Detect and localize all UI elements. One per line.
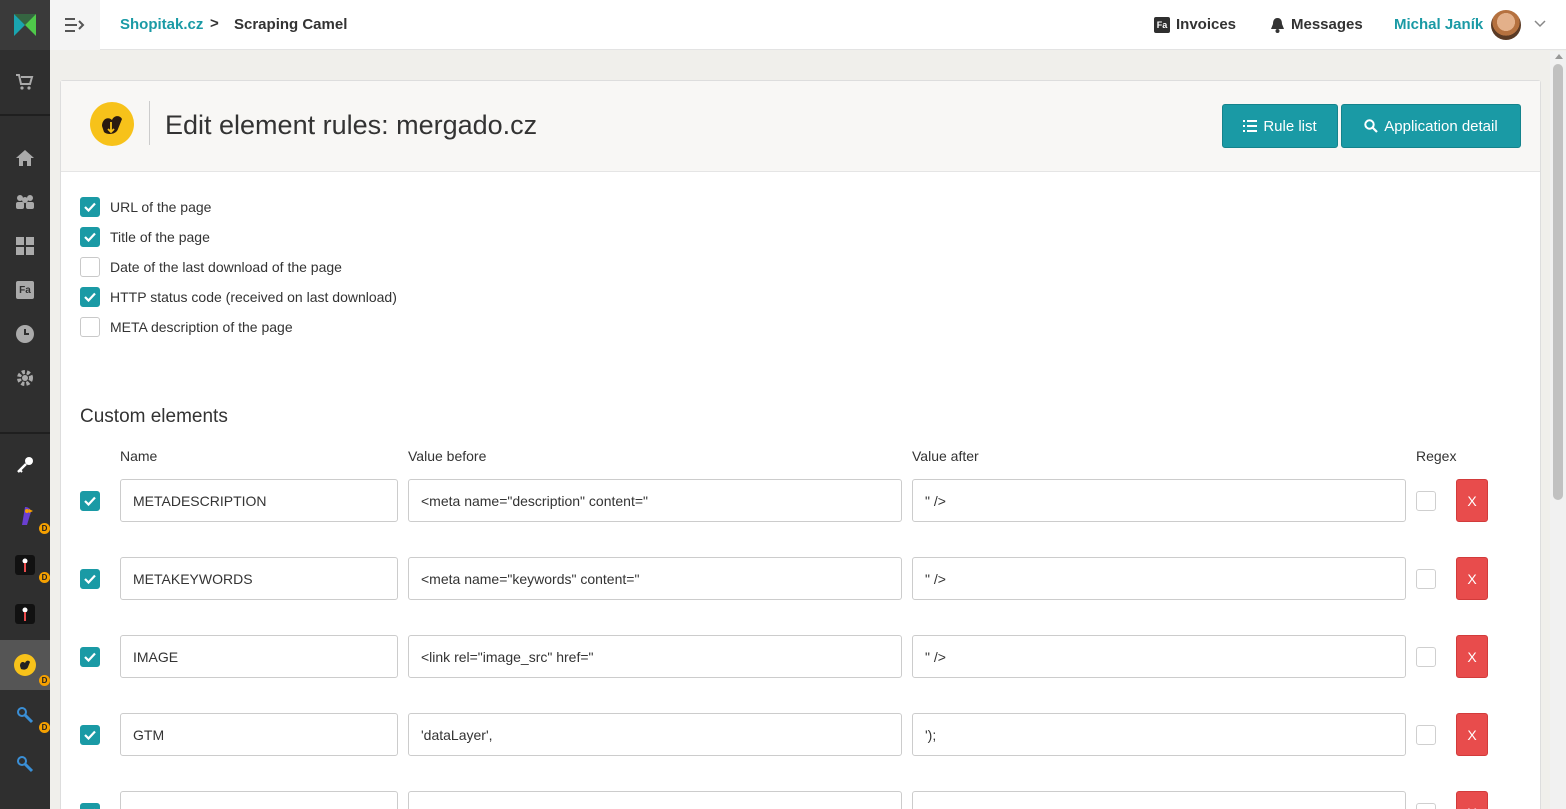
flag-app-icon[interactable]: D <box>0 543 50 587</box>
name-input[interactable]: IMAGE <box>120 635 398 678</box>
scraping-camel-app-icon[interactable]: D <box>0 640 50 690</box>
scroll-up-icon[interactable] <box>1555 54 1563 59</box>
name-input[interactable]: METAKEYWORDS <box>120 557 398 600</box>
regex-checkbox[interactable] <box>1416 491 1436 511</box>
topbar: Shopitak.cz > Scraping Camel Fa Invoices… <box>50 0 1566 50</box>
gear-icon[interactable] <box>0 356 50 400</box>
page-title: Edit element rules: mergado.cz <box>165 110 538 140</box>
key-icon[interactable] <box>0 443 50 487</box>
breadcrumb-separator: > <box>210 15 219 32</box>
value-before-input[interactable]: <meta name="description" content=" <box>408 479 902 522</box>
option-checkbox[interactable] <box>80 227 100 247</box>
avatar[interactable] <box>1491 10 1521 40</box>
check-icon <box>84 574 96 584</box>
list-icon <box>1243 120 1258 132</box>
scrollbar-thumb[interactable] <box>1553 64 1563 500</box>
messages-link[interactable]: Messages <box>1270 16 1363 33</box>
regex-checkbox[interactable] <box>1416 647 1436 667</box>
option-label: URL of the page <box>110 199 212 215</box>
name-input[interactable] <box>120 791 398 809</box>
option-checkbox[interactable] <box>80 257 100 277</box>
column-name-header: Name <box>120 448 158 464</box>
check-icon <box>84 652 96 662</box>
chevron-down-icon[interactable] <box>1534 17 1546 29</box>
search-icon <box>1364 119 1379 133</box>
regex-checkbox[interactable] <box>1416 569 1436 589</box>
option-label: HTTP status code (received on last downl… <box>110 289 397 305</box>
option-checkbox[interactable] <box>80 287 100 307</box>
value-before-input[interactable]: <meta name="keywords" content=" <box>408 557 902 600</box>
row-enabled-checkbox[interactable] <box>80 647 100 667</box>
value-after-input[interactable] <box>912 791 1406 809</box>
application-detail-button[interactable]: Application detail <box>1341 104 1521 148</box>
bell-icon <box>1271 17 1284 33</box>
delete-row-button[interactable]: X <box>1456 557 1488 600</box>
regex-checkbox[interactable] <box>1416 803 1436 809</box>
sidebar: Fa D D D D <box>0 0 50 809</box>
check-icon <box>84 496 96 506</box>
custom-elements-title: Custom elements <box>80 406 228 427</box>
column-regex-header: Regex <box>1416 448 1457 464</box>
regex-checkbox[interactable] <box>1416 725 1436 745</box>
column-before-header: Value before <box>408 448 487 464</box>
option-checkbox[interactable] <box>80 317 100 337</box>
value-before-input[interactable]: 'dataLayer', <box>408 713 902 756</box>
name-input[interactable]: METADESCRIPTION <box>120 479 398 522</box>
check-icon <box>84 730 96 740</box>
row-enabled-checkbox[interactable] <box>80 491 100 511</box>
invoice-icon[interactable]: Fa <box>0 268 50 312</box>
delete-row-button[interactable]: X <box>1456 713 1488 756</box>
dev-badge: D <box>39 722 50 733</box>
value-before-input[interactable] <box>408 791 902 809</box>
option-label: Date of the last download of the page <box>110 259 342 275</box>
app-logo-icon[interactable] <box>0 0 50 50</box>
dev-badge: D <box>39 523 50 534</box>
value-after-input[interactable]: " /> <box>912 479 1406 522</box>
home-icon[interactable] <box>0 136 50 180</box>
value-before-input[interactable]: <link rel="image_src" href=" <box>408 635 902 678</box>
dev-badge: D <box>39 675 50 686</box>
option-checkbox[interactable] <box>80 197 100 217</box>
option-label: Title of the page <box>110 229 210 245</box>
rule-list-button[interactable]: Rule list <box>1222 104 1338 148</box>
edit-rules-panel: Edit element rules: mergado.cz Rule list… <box>60 80 1541 809</box>
value-after-input[interactable]: " /> <box>912 557 1406 600</box>
sidebar-toggle-icon[interactable] <box>50 0 100 50</box>
link-app-icon-2[interactable] <box>0 742 50 786</box>
breadcrumb-current: Scraping Camel <box>234 16 348 33</box>
breadcrumb-parent[interactable]: Shopitak.cz <box>120 16 203 33</box>
row-enabled-checkbox[interactable] <box>80 725 100 745</box>
check-icon <box>84 232 96 242</box>
name-input[interactable]: GTM <box>120 713 398 756</box>
value-after-input[interactable]: " /> <box>912 635 1406 678</box>
parrot-app-icon[interactable]: D <box>0 494 50 538</box>
column-after-header: Value after <box>912 448 979 464</box>
row-enabled-checkbox[interactable] <box>80 569 100 589</box>
users-icon[interactable] <box>0 180 50 224</box>
check-icon <box>84 292 96 302</box>
cart-icon[interactable] <box>0 60 50 104</box>
link-app-icon[interactable]: D <box>0 693 50 737</box>
delete-row-button[interactable]: X <box>1456 479 1488 522</box>
dashboard-icon[interactable] <box>0 224 50 268</box>
dev-badge: D <box>39 572 50 583</box>
flag-app-icon-2[interactable] <box>0 592 50 636</box>
row-enabled-checkbox[interactable] <box>80 803 100 809</box>
value-after-input[interactable]: '); <box>912 713 1406 756</box>
clock-icon[interactable] <box>0 312 50 356</box>
panel-header: Edit element rules: mergado.cz Rule list… <box>61 81 1540 172</box>
check-icon <box>84 202 96 212</box>
delete-row-button[interactable]: X <box>1456 791 1488 809</box>
invoices-link[interactable]: Fa Invoices <box>1154 16 1236 33</box>
delete-row-button[interactable]: X <box>1456 635 1488 678</box>
scraping-camel-logo-icon <box>90 102 134 146</box>
invoice-icon: Fa <box>1154 16 1170 33</box>
user-menu[interactable]: Michal Janík <box>1394 16 1483 33</box>
option-label: META description of the page <box>110 319 293 335</box>
